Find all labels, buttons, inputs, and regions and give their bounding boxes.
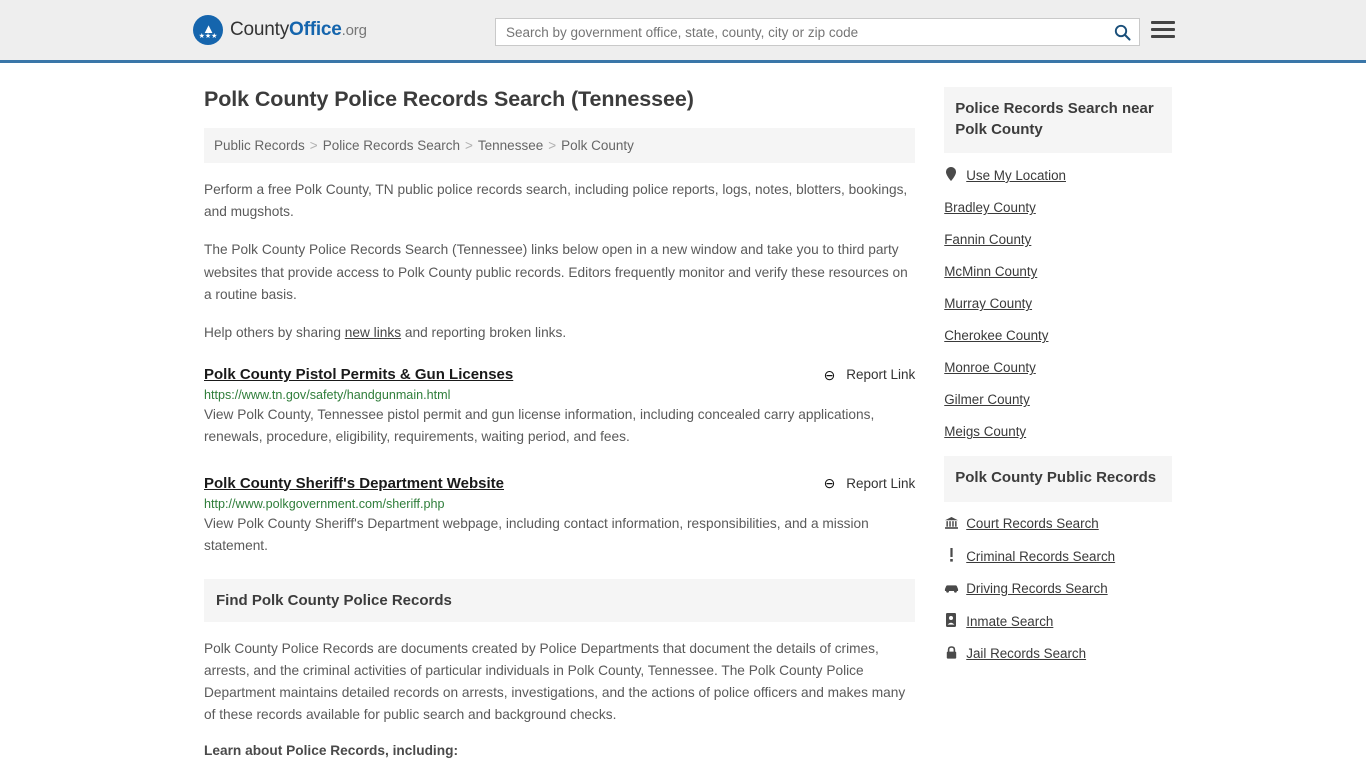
sidebar-item-gilmer-county[interactable]: Gilmer County xyxy=(944,392,1172,407)
nearby-search-box: Police Records Search near Polk County U… xyxy=(944,87,1172,439)
result-item: Polk County Sheriff's Department Website… xyxy=(204,469,915,557)
report-link-button[interactable]: ⊖ Report Link xyxy=(824,476,916,491)
breadcrumb-item-police-records-search[interactable]: Police Records Search xyxy=(323,138,460,153)
search-button[interactable] xyxy=(1105,19,1139,45)
sidebar-item-mcminn-county[interactable]: McMinn County xyxy=(944,264,1172,279)
result-url: http://www.polkgovernment.com/sheriff.ph… xyxy=(204,496,445,511)
find-records-heading: Find Polk County Police Records xyxy=(204,578,916,622)
main-column: Polk County Police Records Search (Tenne… xyxy=(204,87,916,768)
breadcrumb-item-public-records[interactable]: Public Records xyxy=(214,138,305,153)
share-text-before: Help others by sharing xyxy=(204,324,345,340)
sidebar-link-label[interactable]: Driving Records Search xyxy=(966,581,1107,596)
courthouse-icon xyxy=(944,516,958,531)
result-title-link[interactable]: Polk County Sheriff's Department Website xyxy=(204,475,504,492)
sidebar-link-label[interactable]: Monroe County xyxy=(944,360,1036,375)
sidebar-item-fannin-county[interactable]: Fannin County xyxy=(944,232,1172,247)
map-pin-icon xyxy=(944,167,958,183)
logo-text-county: County xyxy=(230,19,290,40)
share-paragraph: Help others by sharing new links and rep… xyxy=(204,322,915,344)
hamburger-menu-icon[interactable] xyxy=(1151,21,1175,38)
search-icon xyxy=(1114,24,1131,41)
sidebar-item-driving-records-search[interactable]: Driving Records Search xyxy=(944,581,1172,596)
result-description: View Polk County, Tennessee pistol permi… xyxy=(204,407,875,445)
search-bar xyxy=(495,18,1140,46)
eagle-seal-icon: ▲ ★★★ xyxy=(193,15,223,45)
nearby-search-list: Use My Location Bradley County Fannin Co… xyxy=(944,153,1172,439)
sidebar-link-label[interactable]: Jail Records Search xyxy=(966,646,1086,661)
share-text-after: and reporting broken links. xyxy=(401,324,567,340)
logo-text: CountyOffice.org xyxy=(230,19,367,41)
public-records-box: Polk County Public Records Court Records… xyxy=(944,456,1172,661)
id-badge-icon xyxy=(944,613,958,629)
search-input[interactable] xyxy=(496,24,1105,40)
breadcrumb-item-polk-county[interactable]: Polk County xyxy=(561,138,634,153)
logo-text-office: Office xyxy=(289,19,342,40)
page-body: Polk County Police Records Search (Tenne… xyxy=(0,63,1366,768)
sidebar-item-bradley-county[interactable]: Bradley County xyxy=(944,200,1172,215)
intro-paragraph: Perform a free Polk County, TN public po… xyxy=(204,182,908,220)
sidebar-link-label[interactable]: Murray County xyxy=(944,296,1032,311)
result-item: Polk County Pistol Permits & Gun License… xyxy=(204,360,915,448)
sidebar-link-label[interactable]: Use My Location xyxy=(966,168,1066,183)
sidebar-item-murray-county[interactable]: Murray County xyxy=(944,296,1172,311)
breadcrumb-separator: > xyxy=(548,138,557,153)
sidebar-link-label[interactable]: Inmate Search xyxy=(966,614,1053,629)
breadcrumb-separator: > xyxy=(465,138,473,153)
sidebar-item-cherokee-county[interactable]: Cherokee County xyxy=(944,328,1172,343)
broken-link-icon: ⊖ xyxy=(823,366,839,383)
sidebar-link-label[interactable]: Criminal Records Search xyxy=(966,549,1115,564)
page-title: Polk County Police Records Search (Tenne… xyxy=(204,87,694,111)
sidebar-item-monroe-county[interactable]: Monroe County xyxy=(944,360,1172,375)
broken-link-icon: ⊖ xyxy=(823,475,839,491)
sidebar-link-label[interactable]: Bradley County xyxy=(944,200,1036,215)
public-records-list: Court Records Search Criminal Records Se… xyxy=(944,502,1172,661)
logo-text-org: .org xyxy=(341,22,367,39)
sidebar-link-label[interactable]: Court Records Search xyxy=(966,516,1098,531)
breadcrumb: Public Records > Police Records Search > Ten… xyxy=(204,128,916,163)
breadcrumb-item-tennessee[interactable]: Tennessee xyxy=(478,138,543,153)
sidebar-link-label[interactable]: Gilmer County xyxy=(944,392,1030,407)
sidebar-item-meigs-county[interactable]: Meigs County xyxy=(944,424,1172,439)
sidebar-item-court-records-search[interactable]: Court Records Search xyxy=(944,516,1172,531)
site-header: ▲ ★★★ CountyOffice.org xyxy=(0,0,1366,63)
result-description: View Polk County Sheriff's Department we… xyxy=(204,515,869,553)
car-icon xyxy=(944,582,959,595)
public-records-heading: Polk County Public Records xyxy=(944,456,1172,503)
sidebar-link-label[interactable]: Cherokee County xyxy=(944,328,1048,343)
nearby-search-heading: Police Records Search near Polk County xyxy=(944,87,1172,154)
sidebar-link-label[interactable]: Meigs County xyxy=(944,424,1026,439)
lock-icon xyxy=(944,646,958,661)
sidebar: Police Records Search near Polk County U… xyxy=(944,87,1172,678)
sidebar-link-label[interactable]: McMinn County xyxy=(944,264,1037,279)
sidebar-item-criminal-records-search[interactable]: Criminal Records Search xyxy=(944,548,1172,564)
report-link-label: Report Link xyxy=(846,475,916,491)
site-logo[interactable]: ▲ ★★★ CountyOffice.org xyxy=(193,15,367,45)
report-link-button[interactable]: ⊖ Report Link xyxy=(824,367,916,382)
report-link-label: Report Link xyxy=(846,367,916,383)
breadcrumb-separator: > xyxy=(309,138,318,153)
new-links-link[interactable]: new links xyxy=(345,325,401,340)
learn-about-heading: Learn about Police Records, including: xyxy=(204,742,459,758)
result-title-link[interactable]: Polk County Pistol Permits & Gun License… xyxy=(204,366,513,383)
find-records-body: Polk County Police Records are documents… xyxy=(204,640,906,723)
result-url: https://www.tn.gov/safety/handgunmain.ht… xyxy=(204,388,451,403)
sidebar-item-jail-records-search[interactable]: Jail Records Search xyxy=(944,646,1172,661)
sidebar-item-inmate-search[interactable]: Inmate Search xyxy=(944,613,1172,629)
sidebar-link-label[interactable]: Fannin County xyxy=(944,232,1031,247)
exclamation-icon xyxy=(944,548,958,564)
sidebar-item-use-my-location[interactable]: Use My Location xyxy=(944,167,1172,183)
description-paragraph: The Polk County Police Records Search (T… xyxy=(204,242,908,302)
